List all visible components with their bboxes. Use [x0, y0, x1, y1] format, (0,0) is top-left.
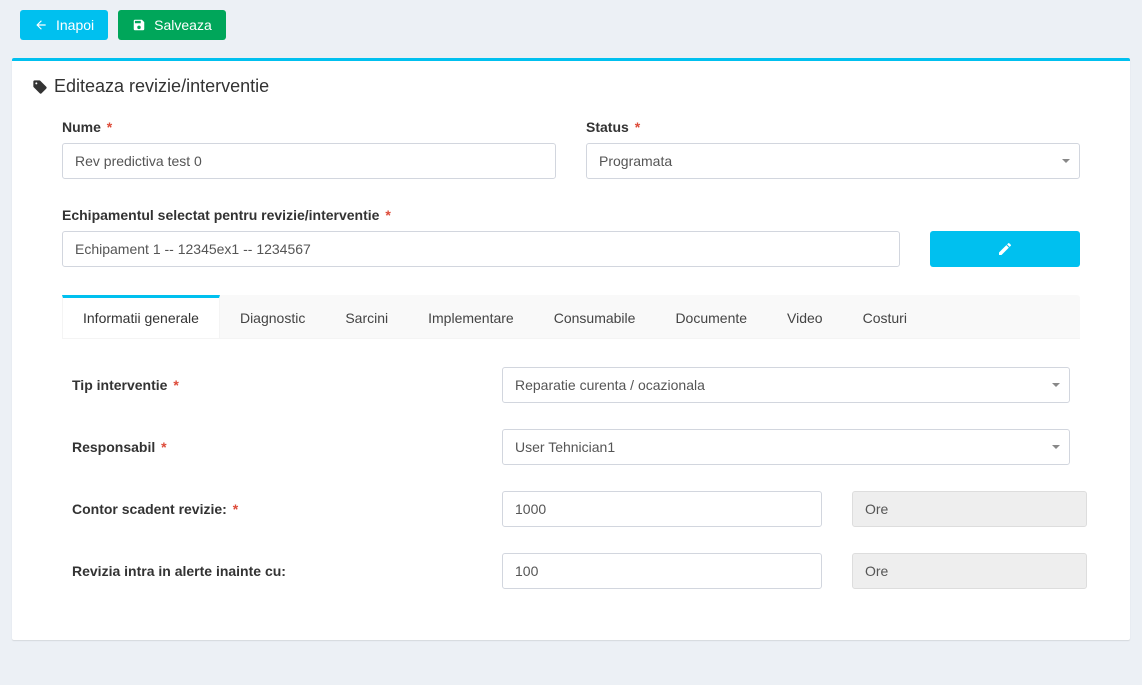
tab-costuri[interactable]: Costuri — [843, 295, 927, 338]
responsible-field-row: Responsabil * User Tehnician1 — [72, 429, 1070, 465]
name-input[interactable] — [62, 143, 556, 179]
status-select[interactable]: Programata — [586, 143, 1080, 179]
required-mark: * — [385, 207, 390, 223]
form-body: Nume * Status * Programata — [32, 119, 1110, 589]
counter-label: Contor scadent revizie: * — [72, 501, 502, 517]
page-title: Editeaza revizie/interventie — [32, 76, 1110, 97]
required-mark: * — [635, 119, 640, 135]
edit-revision-box: Editeaza revizie/interventie Nume * Stat… — [12, 58, 1130, 640]
alert-input[interactable] — [502, 553, 822, 589]
save-button[interactable]: Salveaza — [118, 10, 226, 40]
save-icon — [132, 18, 146, 32]
tag-icon — [32, 79, 48, 95]
responsible-label: Responsabil * — [72, 439, 502, 455]
responsible-select-value: User Tehnician1 — [515, 439, 615, 455]
back-button-label: Inapoi — [56, 17, 94, 33]
responsible-select[interactable]: User Tehnician1 — [502, 429, 1070, 465]
counter-field-row: Contor scadent revizie: * Ore — [72, 491, 1070, 527]
alert-unit-box: Ore — [852, 553, 1087, 589]
tab-documente[interactable]: Documente — [655, 295, 767, 338]
arrow-left-icon — [34, 18, 48, 32]
action-bar: Inapoi Salveaza — [20, 10, 1132, 40]
tab-sarcini[interactable]: Sarcini — [325, 295, 408, 338]
counter-unit-box: Ore — [852, 491, 1087, 527]
tab-diagnostic[interactable]: Diagnostic — [220, 295, 325, 338]
tab-video[interactable]: Video — [767, 295, 843, 338]
equipment-label: Echipamentul selectat pentru revizie/int… — [62, 207, 900, 223]
tab-pane-general: Tip interventie * Reparatie curenta / oc… — [62, 339, 1080, 589]
edit-equipment-button[interactable] — [930, 231, 1080, 267]
type-field-row: Tip interventie * Reparatie curenta / oc… — [72, 367, 1070, 403]
equipment-input[interactable] — [62, 231, 900, 267]
status-field-group: Status * Programata — [586, 119, 1080, 179]
tab-consumabile[interactable]: Consumabile — [534, 295, 656, 338]
status-select-value: Programata — [599, 153, 672, 169]
tab-implementare[interactable]: Implementare — [408, 295, 534, 338]
required-mark: * — [233, 501, 238, 517]
tab-informatii-generale[interactable]: Informatii generale — [62, 295, 220, 338]
name-field-group: Nume * — [62, 119, 556, 179]
page-title-text: Editeaza revizie/interventie — [54, 76, 269, 97]
counter-input[interactable] — [502, 491, 822, 527]
status-label: Status * — [586, 119, 1080, 135]
save-button-label: Salveaza — [154, 17, 212, 33]
equipment-field-group: Echipamentul selectat pentru revizie/int… — [62, 207, 900, 267]
tabs-nav: Informatii generale Diagnostic Sarcini I… — [62, 295, 1080, 339]
type-label: Tip interventie * — [72, 377, 502, 393]
required-mark: * — [161, 439, 166, 455]
type-select[interactable]: Reparatie curenta / ocazionala — [502, 367, 1070, 403]
type-select-value: Reparatie curenta / ocazionala — [515, 377, 705, 393]
alert-label: Revizia intra in alerte inainte cu: — [72, 563, 502, 579]
required-mark: * — [107, 119, 112, 135]
required-mark: * — [173, 377, 178, 393]
name-label: Nume * — [62, 119, 556, 135]
alert-field-row: Revizia intra in alerte inainte cu: Ore — [72, 553, 1070, 589]
back-button[interactable]: Inapoi — [20, 10, 108, 40]
pencil-icon — [997, 241, 1013, 257]
